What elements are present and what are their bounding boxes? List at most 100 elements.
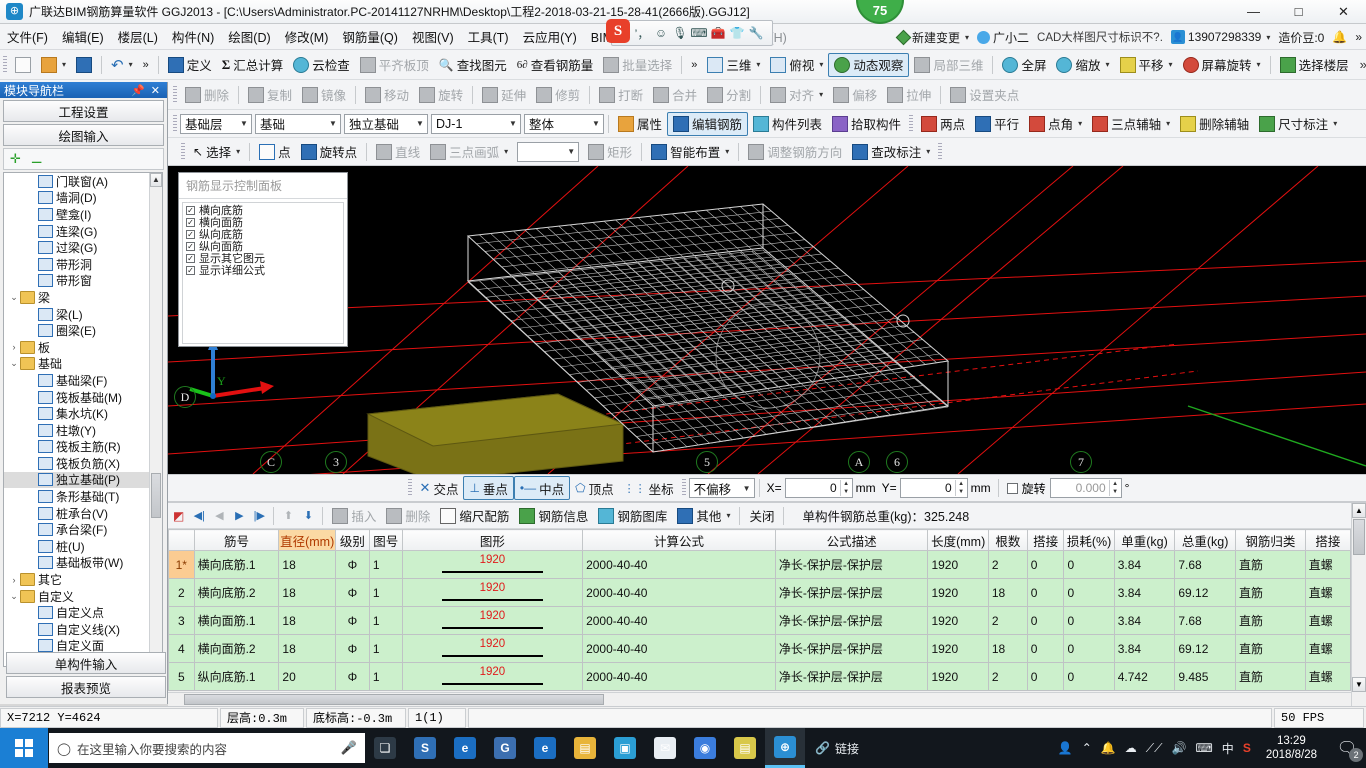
- minimize-button[interactable]: —: [1231, 0, 1276, 24]
- cell-shape[interactable]: 1920: [401, 606, 584, 635]
- snap-coordinate-button[interactable]: ⋮⋮ 坐标: [619, 476, 679, 500]
- cell-grade[interactable]: Φ: [334, 662, 370, 691]
- cell-totalw[interactable]: 7.68: [1174, 606, 1236, 635]
- tree-item-12[interactable]: 基础梁(F): [4, 372, 149, 389]
- tree-item-4[interactable]: 过梁(G): [4, 239, 149, 256]
- skin-icon[interactable]: 👕: [728, 23, 746, 43]
- cell-class[interactable]: 直筋: [1234, 634, 1306, 663]
- cell-grade[interactable]: Φ: [334, 634, 370, 663]
- cell-totalw[interactable]: 69.12: [1174, 578, 1236, 607]
- mic-icon[interactable]: 🎙: [671, 23, 689, 43]
- x-spinner[interactable]: ▲ ▼: [839, 480, 852, 496]
- menu-draw[interactable]: 绘图(D): [221, 24, 277, 49]
- toolbar1-overflow-mid[interactable]: »: [686, 53, 702, 77]
- cell-shape[interactable]: 1920: [401, 662, 584, 691]
- search-input[interactable]: ◯ 在这里输入你要搜索的内容 🎤: [49, 733, 365, 763]
- screen-rotate-button[interactable]: 屏幕旋转 ▾: [1178, 53, 1266, 77]
- tree-item-10[interactable]: › 板: [4, 339, 149, 356]
- cell-unitw[interactable]: 3.84: [1113, 606, 1176, 635]
- component-type-combo[interactable]: 独立基础 ▼: [344, 113, 428, 134]
- menu-rebar-qty[interactable]: 钢筋量(Q): [335, 24, 405, 49]
- table-row[interactable]: 5 纵向底筋.1 20 Φ 1 1920 2000-40-40 净长-保护层-保护层 1920 2…: [168, 662, 1351, 691]
- cell-class[interactable]: 直筋: [1234, 578, 1306, 607]
- mic-icon[interactable]: 🎤: [341, 740, 357, 756]
- cell-grade[interactable]: Φ: [334, 550, 370, 579]
- cell-formula[interactable]: 2000-40-40: [582, 550, 776, 579]
- insert-row-button[interactable]: 插入: [327, 504, 381, 528]
- y-offset-input[interactable]: 0 ▲ ▼: [899, 478, 968, 498]
- cell-shape[interactable]: 1920: [401, 634, 584, 663]
- column-header-14[interactable]: 钢筋归类: [1234, 529, 1306, 551]
- tree-scroll-thumb[interactable]: [151, 473, 161, 518]
- edge2-icon[interactable]: e: [525, 728, 565, 768]
- prev-record-icon[interactable]: ◀: [209, 506, 229, 526]
- task-view-icon[interactable]: ❏: [365, 728, 405, 768]
- grid-vscrollbar[interactable]: ▲ ▼: [1351, 503, 1366, 706]
- close-icon[interactable]: ✕: [148, 84, 163, 97]
- pick-component-button[interactable]: 拾取构件: [827, 112, 906, 136]
- rebar-grid-viewport[interactable]: 筋号 直径(mm) 级别 图号 图形 计算公式 公式描述 长度(mm) 根数 搭接 损耗(%) 单重(…: [168, 529, 1351, 692]
- tree-item-9[interactable]: 圈梁(E): [4, 322, 149, 339]
- assistant-button[interactable]: 广小二: [977, 29, 1029, 46]
- align-button[interactable]: 对齐 ▾: [765, 83, 828, 107]
- cell-class[interactable]: 直筋: [1234, 606, 1306, 635]
- table-row[interactable]: 3 横向面筋.1 18 Φ 1 1920 2000-40-40 净长-保护层-保护层 1920 2…: [168, 606, 1351, 635]
- chevron-down-icon[interactable]: ▼: [564, 147, 578, 156]
- break-button[interactable]: 打断: [594, 83, 648, 107]
- chevron-down-icon[interactable]: ▼: [589, 119, 603, 128]
- cell-num[interactable]: 5: [168, 662, 195, 691]
- chevron-down-icon[interactable]: ▼: [506, 119, 520, 128]
- expand-all-icon[interactable]: ✛: [10, 151, 21, 167]
- notification-bell-icon[interactable]: 🔔: [1332, 30, 1347, 44]
- explorer-icon[interactable]: ▤: [565, 728, 605, 768]
- cell-dia[interactable]: 20: [278, 662, 336, 691]
- delete-button[interactable]: 删除: [180, 83, 234, 107]
- cloud-icon[interactable]: ☁: [1125, 741, 1137, 755]
- menu-component[interactable]: 构件(N): [165, 24, 221, 49]
- rotate-checkbox[interactable]: [1006, 482, 1018, 494]
- menu-overflow-button[interactable]: »: [1355, 30, 1362, 44]
- dynamic-orbit-button[interactable]: 动态观察: [828, 52, 910, 77]
- cell-loss[interactable]: 0: [1063, 606, 1115, 635]
- cell-unitw[interactable]: 3.84: [1113, 578, 1176, 607]
- mail-icon[interactable]: ✉: [645, 728, 685, 768]
- stretch-button[interactable]: 拉伸: [882, 83, 936, 107]
- cell-length[interactable]: 1920: [927, 634, 989, 663]
- chevron-down-icon[interactable]: ▼: [740, 484, 754, 493]
- cell-count[interactable]: 2: [987, 662, 1028, 691]
- cell-tu[interactable]: 1: [368, 662, 403, 691]
- cell-count[interactable]: 2: [987, 606, 1028, 635]
- table-row[interactable]: 2 横向底筋.2 18 Φ 1 1920 2000-40-40 净长-保护层-保护层 1920 1…: [168, 578, 1351, 607]
- cell-lap[interactable]: 0: [1026, 606, 1065, 635]
- pan-button[interactable]: 平移 ▾: [1115, 53, 1178, 77]
- whole-combo[interactable]: 整体 ▼: [524, 113, 604, 134]
- cell-desc[interactable]: 净长-保护层-保护层: [774, 550, 929, 579]
- cell-loss[interactable]: 0: [1063, 662, 1115, 691]
- sogou-tray-icon[interactable]: S: [1243, 741, 1251, 755]
- grid-hscrollbar[interactable]: [168, 692, 1351, 706]
- partial-3d-button[interactable]: 局部三维: [909, 53, 988, 77]
- delete-axis-button[interactable]: 删除辅轴: [1175, 112, 1254, 136]
- tree-item-17[interactable]: 筏板负筋(X): [4, 455, 149, 472]
- column-header-8[interactable]: 长度(mm): [927, 529, 989, 551]
- open-file-button[interactable]: ▾: [36, 53, 71, 77]
- move-button[interactable]: 移动: [360, 83, 414, 107]
- new-change-button[interactable]: 新建变更 ▾: [895, 29, 969, 46]
- cell-lap[interactable]: 0: [1026, 550, 1065, 579]
- cell-length[interactable]: 1920: [927, 662, 989, 691]
- tree-item-14[interactable]: 集水坑(K): [4, 405, 149, 422]
- rebar-display-control-panel[interactable]: 钢筋显示控制面板 ✓ 横向底筋 ✓ 横向面筋 ✓ 纵向底筋 ✓ 纵向面筋 ✓ 显示其它图元 ✓ 显示详…: [178, 172, 348, 347]
- cell-count[interactable]: 18: [987, 634, 1028, 663]
- first-record-icon[interactable]: ◀|: [189, 506, 209, 526]
- component-name-combo[interactable]: DJ-1 ▼: [431, 113, 521, 134]
- emoji-icon[interactable]: ☺: [652, 23, 670, 43]
- column-header-13[interactable]: 总重(kg): [1174, 529, 1236, 551]
- cell-shape[interactable]: 1920: [401, 550, 584, 579]
- select-tool-button[interactable]: ↖ 选择 ▾: [188, 140, 245, 164]
- chrome-icon[interactable]: ◉: [685, 728, 725, 768]
- menu-cloud[interactable]: 云应用(Y): [516, 24, 584, 49]
- new-file-button[interactable]: [10, 53, 36, 77]
- properties-button[interactable]: 属性: [613, 112, 667, 136]
- tree-item-2[interactable]: 壁龛(I): [4, 206, 149, 223]
- tree-item-1[interactable]: 墙洞(D): [4, 190, 149, 207]
